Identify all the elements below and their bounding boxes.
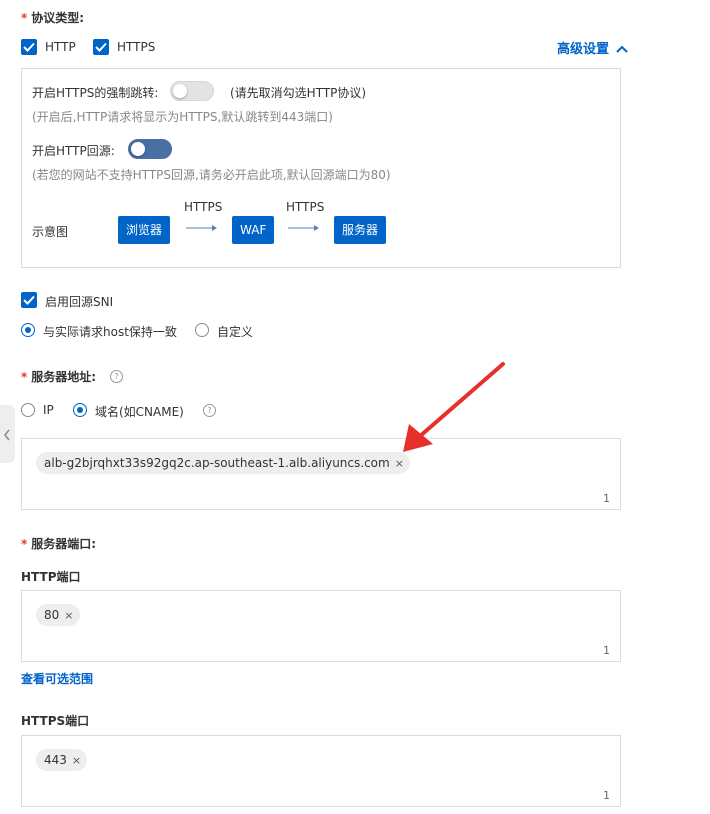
force-redirect-hint: (开启后,HTTP请求将显示为HTTPS,默认跳转到443端口) — [32, 110, 333, 124]
https-port-tag-text: 443 — [44, 753, 67, 767]
http-checkbox[interactable] — [21, 39, 37, 55]
https-checkbox-label: HTTPS — [117, 40, 156, 54]
chevron-up-icon — [615, 45, 628, 53]
advanced-settings-label: 高级设置 — [557, 42, 610, 57]
address-ip-radio[interactable] — [21, 403, 35, 417]
flow-node-browser: 浏览器 — [118, 216, 171, 244]
diagram-label: 示意图 — [32, 225, 69, 239]
http-origin-label: 开启HTTP回源: — [32, 144, 115, 158]
sni-custom-radio[interactable] — [195, 323, 209, 337]
http-origin-hint: (若您的网站不支持HTTPS回源,请务必开启此项,默认回源端口为80) — [32, 168, 391, 182]
https-port-input[interactable]: 443 × 1 — [21, 735, 621, 807]
flow-node-waf: WAF — [232, 216, 275, 244]
server-address-tag-text: alb-g2bjrqhxt33s92gq2c.ap-southeast-1.al… — [44, 456, 390, 470]
server-address-label: * 服务器地址: — [21, 370, 97, 384]
server-port-label: * 服务器端口: — [21, 537, 97, 551]
flow-node-server: 服务器 — [334, 216, 387, 244]
server-address-input[interactable]: alb-g2bjrqhxt33s92gq2c.ap-southeast-1.al… — [21, 438, 621, 510]
sni-same-host-radio[interactable] — [21, 323, 35, 337]
http-port-tag: 80 × — [36, 604, 80, 626]
view-range-link[interactable]: 查看可选范围 — [21, 670, 93, 687]
close-icon[interactable]: × — [72, 754, 81, 767]
http-port-label: HTTP端口 — [21, 570, 81, 584]
advanced-settings-panel: 开启HTTPS的强制跳转: (请先取消勾选HTTP协议) (开启后,HTTP请求… — [21, 68, 621, 268]
close-icon[interactable]: × — [64, 609, 73, 622]
help-icon[interactable]: ? — [110, 370, 123, 383]
http-port-input[interactable]: 80 × 1 — [21, 590, 621, 662]
http-origin-switch[interactable] — [128, 139, 172, 159]
close-icon[interactable]: × — [395, 457, 404, 470]
chevron-left-icon — [4, 429, 10, 441]
https-port-count: 1 — [603, 789, 610, 802]
https-checkbox[interactable] — [93, 39, 109, 55]
server-address-count: 1 — [603, 492, 610, 505]
http-checkbox-label: HTTP — [45, 40, 76, 54]
arrow-right-icon — [288, 225, 319, 231]
sni-checkbox-label: 启用回源SNI — [45, 295, 114, 309]
flow-edge-label-1: HTTPS — [184, 200, 223, 214]
sni-checkbox[interactable] — [21, 292, 37, 308]
advanced-settings-toggle[interactable]: 高级设置 — [557, 38, 628, 57]
http-port-tag-text: 80 — [44, 608, 60, 622]
address-ip-label: IP — [43, 403, 54, 417]
force-redirect-switch[interactable] — [170, 81, 214, 101]
arrow-right-icon — [186, 225, 217, 231]
sni-same-host-label: 与实际请求host保持一致 — [43, 325, 177, 339]
force-redirect-note: (请先取消勾选HTTP协议) — [230, 86, 367, 100]
http-port-count: 1 — [603, 644, 610, 657]
server-address-tag: alb-g2bjrqhxt33s92gq2c.ap-southeast-1.al… — [36, 452, 410, 474]
sni-custom-label: 自定义 — [217, 325, 254, 339]
flow-edge-label-2: HTTPS — [286, 200, 325, 214]
side-collapse-tab[interactable] — [0, 405, 15, 463]
help-icon[interactable]: ? — [203, 404, 216, 417]
force-redirect-label: 开启HTTPS的强制跳转: — [32, 86, 159, 100]
https-port-label: HTTPS端口 — [21, 714, 90, 728]
address-domain-radio[interactable] — [73, 403, 87, 417]
address-domain-label: 域名(如CNAME) — [95, 405, 184, 419]
https-port-tag: 443 × — [36, 749, 88, 771]
protocol-type-label: * 协议类型: — [21, 11, 85, 25]
annotation-arrow-icon — [403, 362, 505, 452]
